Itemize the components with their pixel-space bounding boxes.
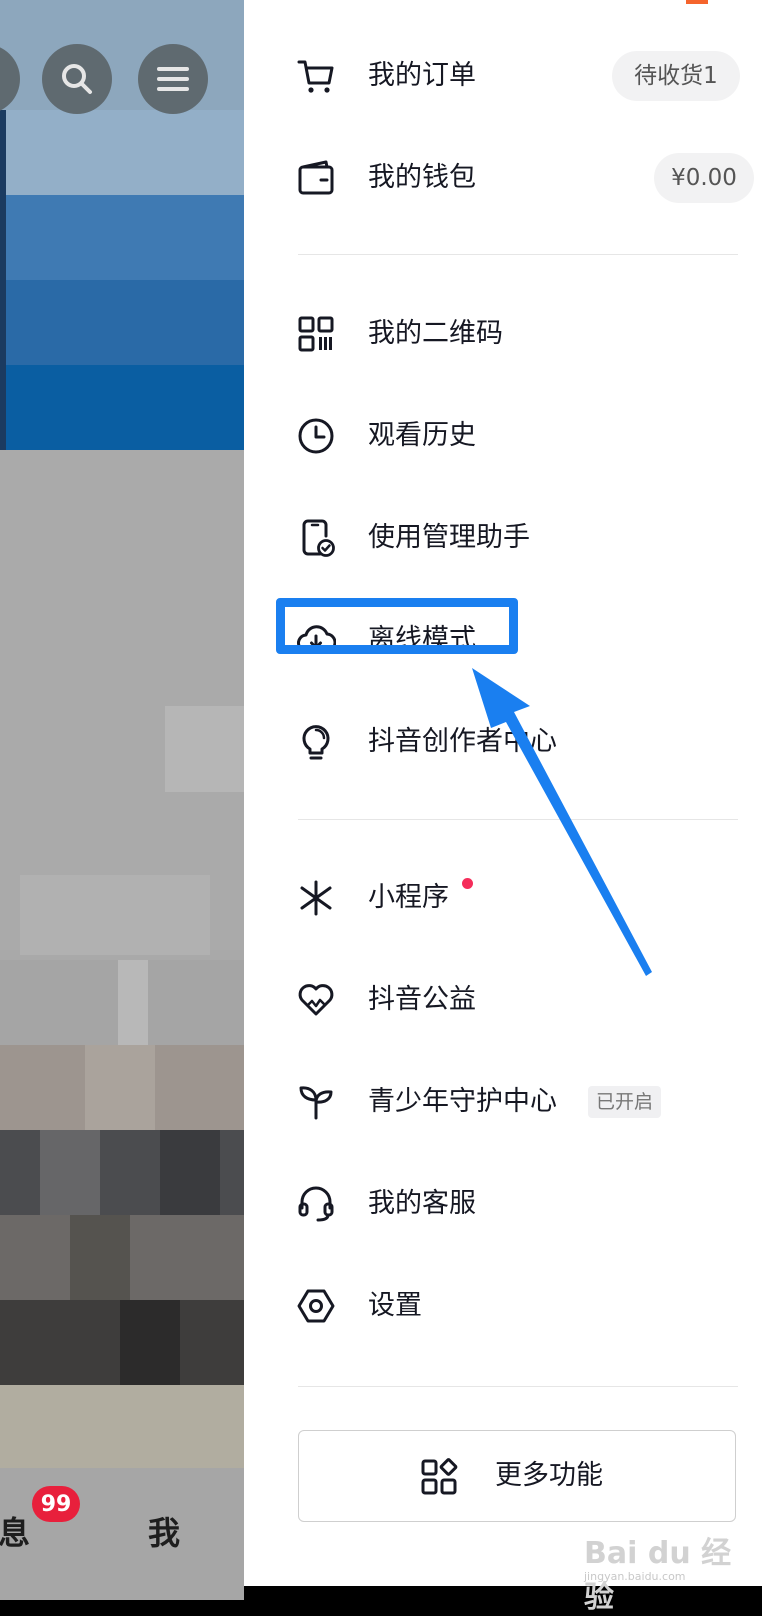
watermark: Bai du 经验 jingyan.baidu.com bbox=[584, 1528, 754, 1615]
watermark-url: jingyan.baidu.com bbox=[584, 1570, 686, 1583]
annotation-highlight-box bbox=[276, 598, 518, 654]
annotation-arrow bbox=[472, 668, 652, 976]
